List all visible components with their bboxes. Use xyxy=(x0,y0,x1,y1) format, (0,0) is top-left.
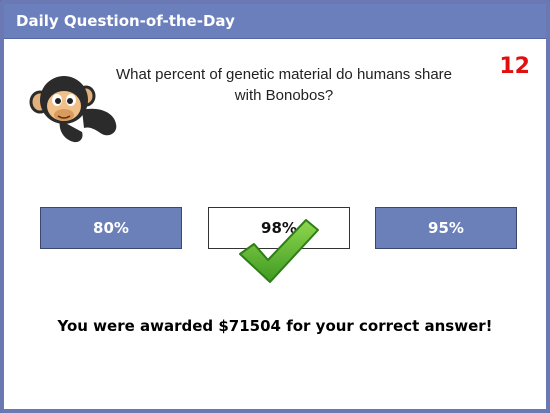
answer-label: 95% xyxy=(428,219,464,237)
answer-label: 80% xyxy=(93,219,129,237)
question-text: What percent of genetic material do huma… xyxy=(115,66,452,104)
question-counter: 12 xyxy=(499,54,530,79)
dialog-titlebar: Daily Question-of-the-Day xyxy=(4,4,546,39)
checkmark-icon xyxy=(239,219,319,283)
result-message: You were awarded $71504 for your correct… xyxy=(57,317,493,335)
answer-button-3[interactable]: 95% xyxy=(375,207,517,249)
answer-button-1[interactable]: 80% xyxy=(40,207,182,249)
chimpanzee-icon xyxy=(29,76,117,143)
dialog-title: Daily Question-of-the-Day xyxy=(16,12,235,30)
question-dialog: Daily Question-of-the-Day 12 What percen… xyxy=(0,0,550,413)
